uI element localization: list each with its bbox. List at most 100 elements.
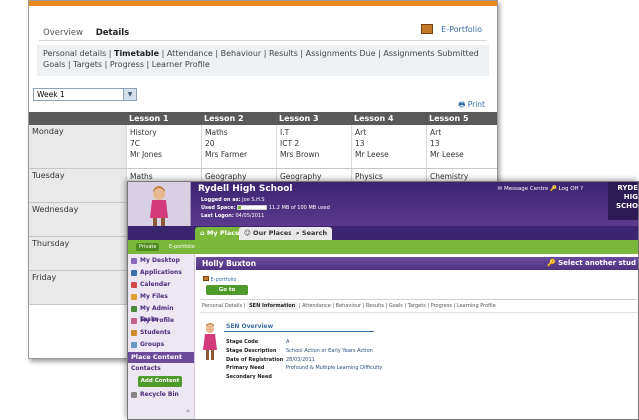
lesson-line: Mr Jones: [130, 150, 163, 159]
message-centre-link[interactable]: Message Centre: [504, 186, 548, 192]
divider: [200, 299, 638, 300]
header-actions: ✉ Message Centre 🔑 Log Off ?: [498, 186, 583, 192]
column-header: Lesson 3: [279, 114, 319, 123]
lesson-cell: Maths 20 Mrs Farmer: [201, 125, 276, 168]
print-link[interactable]: 🖶 Print: [458, 99, 485, 112]
logged-on-value: Joe S.H.S: [242, 197, 265, 203]
eportfolio-breadcrumb[interactable]: E-portfolio: [169, 244, 195, 250]
lesson-line: 13: [355, 139, 365, 148]
accent-bar: [29, 1, 497, 6]
chevron-down-icon[interactable]: ▼: [123, 89, 136, 100]
help-icon[interactable]: ?: [580, 186, 583, 192]
lesson-line: Maths: [205, 128, 228, 137]
subnav-item[interactable]: Assignments Due: [306, 49, 376, 58]
user-avatar: [128, 182, 191, 230]
student-nav-item[interactable]: Attendance: [302, 303, 331, 309]
details-subnav: Personal details | Timetable | Attendanc…: [37, 45, 489, 76]
week-select-value: Week 1: [37, 90, 65, 99]
sidebar-item[interactable]: Applications: [128, 267, 194, 278]
tab-our-places[interactable]: ☺ Our Places: [239, 227, 298, 240]
portfolio-icon: [203, 276, 209, 281]
log-off-link[interactable]: Log Off: [559, 186, 579, 192]
sen-field-row: Primary Need Profound & Multiple Learning…: [226, 364, 382, 373]
sen-field-row: Date of Registration 28/03/2011: [226, 356, 382, 365]
subnav-item[interactable]: Progress: [110, 60, 144, 69]
add-content-button[interactable]: Add Content: [138, 376, 182, 387]
sidebar-item[interactable]: My Files: [128, 291, 194, 302]
divider: [200, 312, 638, 313]
student-nav-item[interactable]: Targets: [408, 303, 426, 309]
student-avatar-icon: [203, 323, 217, 360]
subnav-item[interactable]: Goals: [43, 60, 65, 69]
subnav-item[interactable]: Behaviour: [221, 49, 262, 58]
message-icon: ✉: [497, 186, 503, 192]
eportfolio-label: E-Portfolio: [441, 24, 482, 34]
place-content-header: Place Content: [128, 352, 194, 363]
student-nav: Personal Details | SEN Information | Att…: [202, 302, 496, 310]
subnav-item[interactable]: Assignments Submitted: [383, 49, 478, 58]
sidebar: My Desktop Applications Calendar My Files My…: [128, 254, 195, 419]
sidebar-item[interactable]: My Desktop: [128, 255, 194, 266]
avatar-figure-icon: [150, 186, 168, 227]
lesson-line: I.T: [280, 128, 290, 137]
used-space-label: Used Space:: [201, 205, 236, 211]
sidebar-item[interactable]: My Admin Tasks: [128, 303, 194, 323]
day-label: Tuesday: [29, 169, 126, 202]
lesson-line: Art: [430, 128, 442, 137]
tab-search[interactable]: ⌕ Search: [291, 227, 333, 240]
rydell-portal-window: Rydell High School Logged on as: Joe S.H…: [127, 181, 639, 420]
sidebar-item[interactable]: Calendar: [128, 279, 194, 290]
eportfolio-link[interactable]: E-Portfolio: [421, 24, 482, 34]
sidebar-icon: [131, 270, 137, 276]
subnav-item[interactable]: Attendance: [167, 49, 213, 58]
student-nav-item[interactable]: Learning Profile: [457, 303, 496, 309]
divider: [39, 40, 487, 41]
sidebar-item[interactable]: Groups: [128, 339, 194, 350]
search-icon: ⌕: [296, 229, 300, 237]
sidebar-item[interactable]: Students: [128, 327, 194, 338]
tab-details[interactable]: Details: [96, 28, 130, 38]
subnav-item[interactable]: Results: [269, 49, 298, 58]
collapse-sidebar-icon[interactable]: «: [186, 407, 190, 415]
student-nav-item[interactable]: Personal Details: [202, 303, 242, 309]
tab-my-place[interactable]: ⌂ My Place: [195, 227, 245, 240]
sen-field-value: 28/03/2011: [286, 356, 315, 363]
sidebar-item-label: Calendar: [140, 281, 171, 288]
student-nav-item[interactable]: Progress: [431, 303, 452, 309]
student-nav-item[interactable]: SEN Information: [247, 302, 298, 310]
go-to-overview-button[interactable]: Go to overview: [206, 285, 248, 303]
sen-fields: Stage Code A Stage Description School Actio…: [226, 338, 382, 382]
private-badge[interactable]: Private: [136, 243, 160, 251]
sidebar-item-label: My Files: [140, 293, 168, 300]
sidebar-item[interactable]: My Profile: [128, 315, 194, 326]
column-header: Lesson 4: [354, 114, 394, 123]
eportfolio-link[interactable]: E-portfolio: [203, 276, 236, 283]
sidebar-item-recycle-bin[interactable]: Recycle Bin: [128, 389, 194, 400]
student-nav-item[interactable]: Results: [366, 303, 384, 309]
sen-field-label: Stage Code: [226, 339, 259, 345]
sidebar-icon: [131, 306, 137, 312]
student-nav-item[interactable]: Goals: [389, 303, 403, 309]
key-icon: 🔑: [550, 186, 557, 192]
sen-overview-title: SEN Overview: [226, 323, 274, 330]
subnav-item[interactable]: Personal details: [43, 49, 106, 58]
sidebar-item-label: Students: [140, 329, 171, 336]
student-nav-item[interactable]: Behaviour: [336, 303, 361, 309]
select-student-link[interactable]: 🔑 Select another stud: [547, 259, 636, 267]
week-select[interactable]: Week 1 ▼: [33, 88, 137, 101]
column-header: Lesson 2: [204, 114, 244, 123]
subnav-item[interactable]: Timetable: [114, 49, 159, 58]
school-crest: RYDE HIG SCHO: [608, 182, 638, 220]
contacts-link[interactable]: Contacts: [128, 363, 194, 374]
subnav-item[interactable]: Targets: [73, 60, 102, 69]
lesson-line: History: [130, 128, 157, 137]
view-tabs: Overview Details: [43, 28, 139, 38]
separator: |: [159, 49, 167, 58]
sen-field-value: Profound & Multiple Learning Difficulty: [286, 365, 383, 372]
tab-overview[interactable]: Overview: [43, 28, 83, 38]
sen-field-row: Secondary Need: [226, 373, 382, 382]
tab-our-places-label: Our Places: [253, 229, 293, 237]
print-label: Print: [467, 100, 485, 109]
subnav-item[interactable]: Learner Profile: [152, 60, 210, 69]
lesson-cell: I.T ICT 2 Mrs Brown: [276, 125, 351, 168]
